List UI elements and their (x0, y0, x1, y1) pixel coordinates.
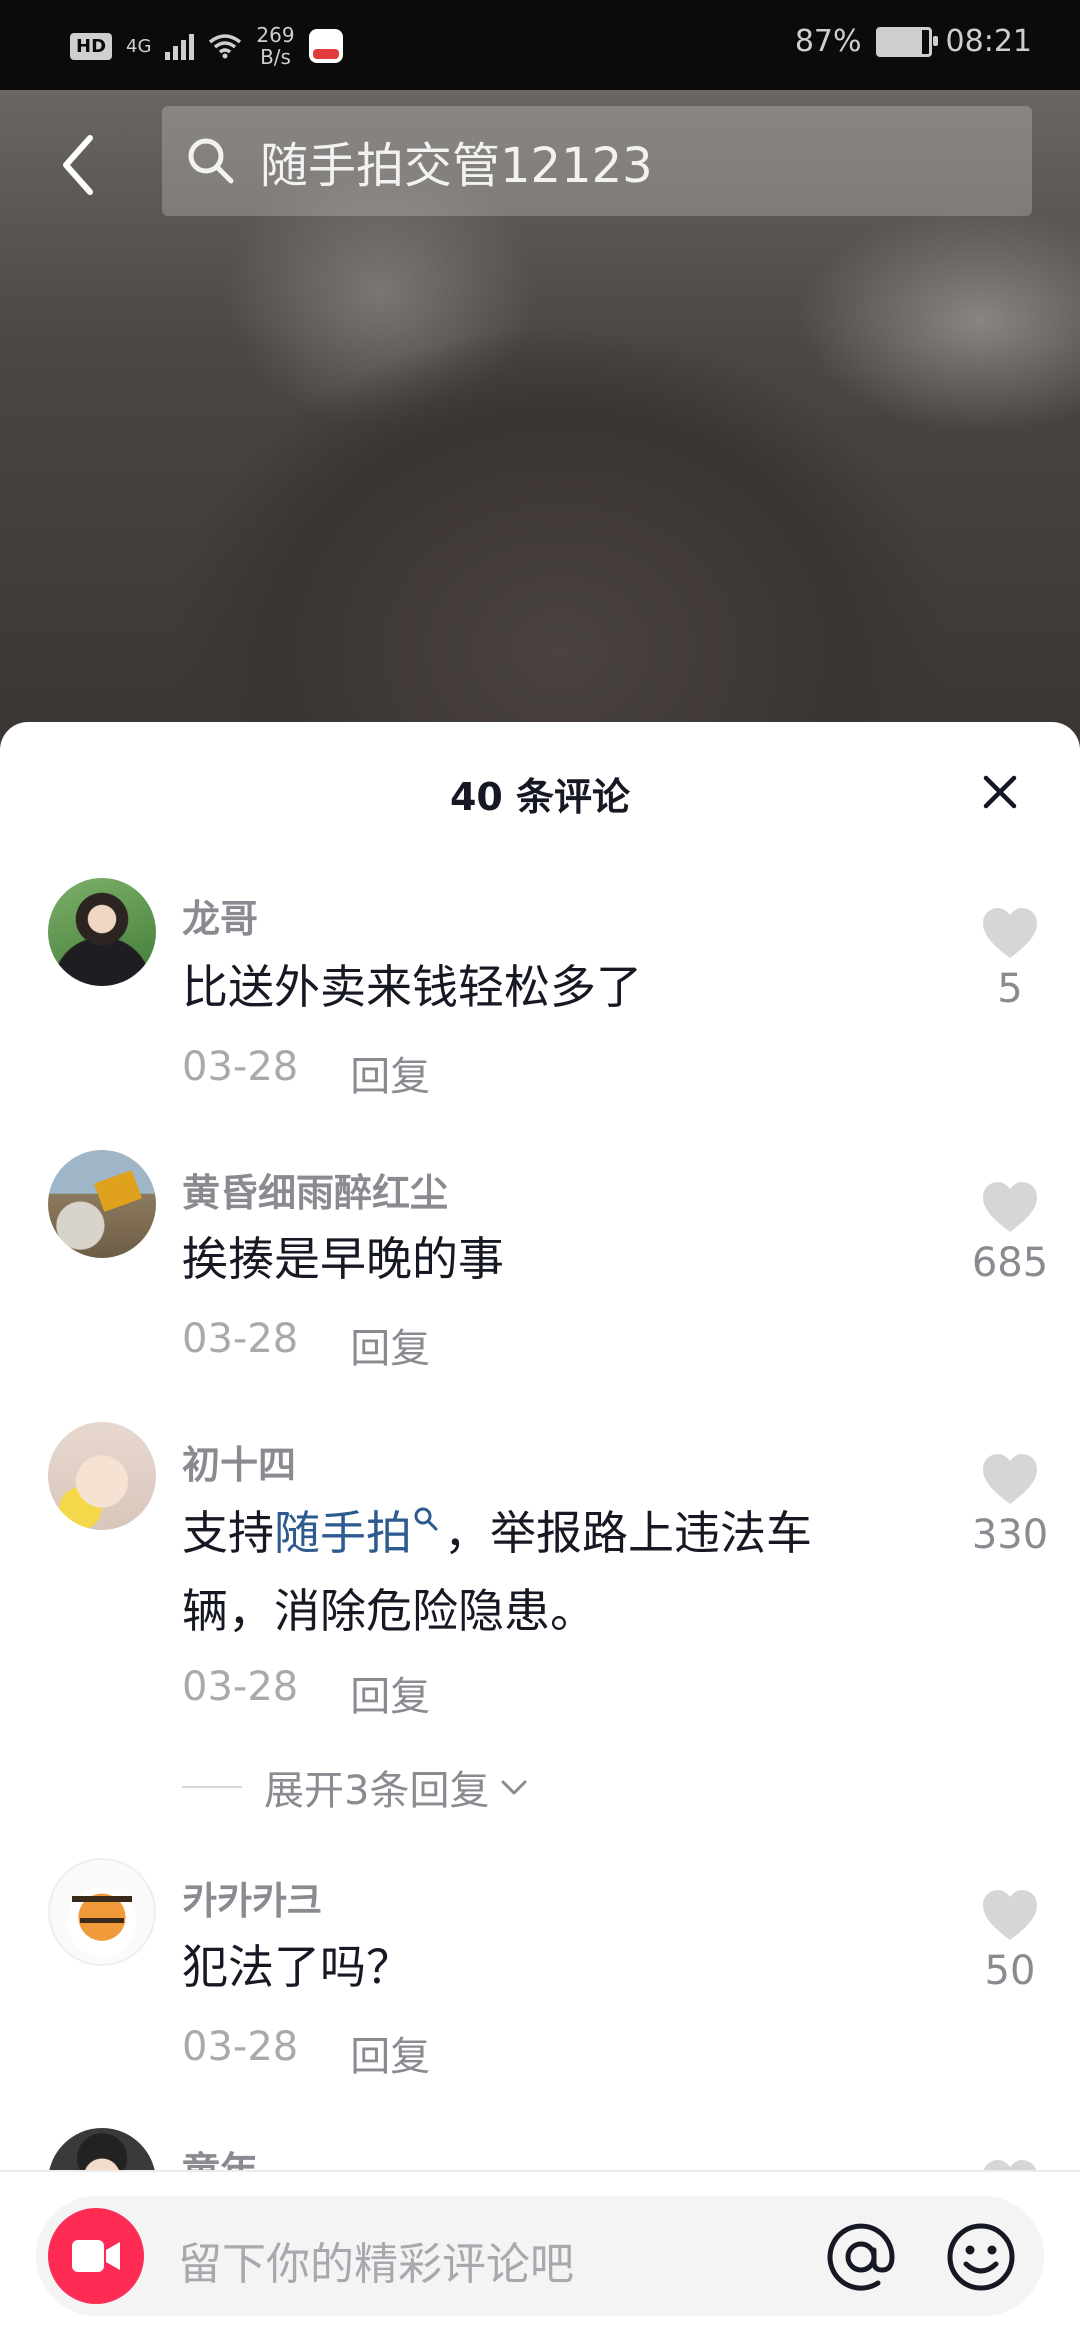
close-icon[interactable] (976, 768, 1024, 816)
expand-replies-button[interactable]: 展开3条回复 (182, 1758, 531, 1816)
search-icon (414, 1507, 438, 1531)
like-count: 330 (971, 1512, 1049, 1558)
status-bar: HD 4G 269 B/s 87% 08:21 (0, 0, 1080, 90)
network-speed: 269 B/s (256, 24, 294, 68)
camera-button[interactable] (48, 2208, 144, 2304)
comment-text-line2: 辆，消除危险隐患。 (182, 1584, 596, 1638)
comment-meta: 03-28 回复 (182, 2024, 430, 2082)
heart-icon (983, 1890, 1037, 1940)
like-count: 50 (984, 1948, 1036, 1994)
clock: 08:21 (945, 24, 1032, 59)
comment-input-placeholder: 留下你的精彩评论吧 (178, 2239, 574, 2290)
heart-icon (983, 908, 1037, 958)
hd-indicator: HD (70, 32, 113, 60)
comments-title: 40 条评论 (449, 775, 631, 819)
search-bar[interactable]: 随手拍交管12123 (162, 106, 1032, 216)
search-query: 随手拍交管12123 (260, 138, 653, 194)
like-button[interactable]: 330 (950, 1452, 1070, 1558)
comment-date: 03-28 (182, 1316, 299, 1362)
comment-date: 03-28 (182, 1664, 299, 1710)
battery-icon (875, 26, 938, 57)
battery-percent: 87% (794, 24, 862, 59)
comment-username[interactable]: 黄昏细雨醉红尘 (182, 1162, 448, 1217)
avatar[interactable] (48, 878, 156, 986)
like-button[interactable]: 5 (950, 906, 1070, 1012)
comment-date: 03-28 (182, 1044, 299, 1090)
heart-icon (983, 1182, 1037, 1232)
speed-unit: B/s (260, 45, 291, 69)
like-button[interactable]: 685 (950, 1180, 1070, 1286)
avatar[interactable] (48, 1858, 156, 1966)
comment-username[interactable]: 카카카크 (182, 1870, 322, 1925)
avatar[interactable] (48, 1422, 156, 1530)
avatar[interactable] (48, 1150, 156, 1258)
comment-meta: 03-28 回复 (182, 1664, 430, 1722)
comment-username[interactable]: 初十四 (182, 1434, 296, 1489)
chevron-down-icon (501, 1780, 527, 1795)
reply-button[interactable]: 回复 (350, 1316, 430, 1374)
heart-icon (983, 1454, 1037, 1504)
back-arrow-icon[interactable] (54, 130, 104, 200)
emoji-icon[interactable] (946, 2222, 1016, 2292)
comment-text: 支持随手拍 ，举报路上违法车 辆，消除危险隐患。 (182, 1494, 902, 1650)
wifi-icon (209, 34, 242, 59)
speed-value: 269 (256, 23, 295, 47)
divider (182, 1786, 242, 1788)
comment-meta: 03-28 回复 (182, 1316, 430, 1374)
like-count: 5 (997, 966, 1023, 1012)
comment-date: 03-28 (182, 2024, 299, 2070)
at-mention-icon[interactable] (826, 2222, 896, 2292)
reply-button[interactable]: 回复 (350, 1044, 430, 1102)
search-icon (188, 138, 234, 184)
hashtag-link[interactable]: 随手拍 (274, 1506, 412, 1560)
app-notification-icon (308, 29, 343, 63)
reply-button[interactable]: 回复 (350, 2024, 430, 2082)
comment-username[interactable]: 龙哥 (182, 888, 258, 943)
reply-button[interactable]: 回复 (350, 1664, 430, 1722)
comment-text-suffix: ，举报路上违法车 (444, 1506, 812, 1560)
expand-replies-label: 展开3条回复 (264, 1768, 490, 1814)
comment-text: 犯法了吗？ (182, 1940, 412, 1994)
comment-text-prefix: 支持 (182, 1506, 274, 1560)
signal-icon (165, 32, 195, 60)
comments-sheet: 40 条评论 龙哥 比送外卖来钱轻松多了 03-28 回复 5 黄昏细雨醉红尘 … (0, 722, 1080, 2340)
like-count: 685 (971, 1240, 1049, 1286)
comment-text: 比送外卖来钱轻松多了 (182, 960, 642, 1014)
comment-meta: 03-28 回复 (182, 1044, 430, 1102)
comment-input-bar: 留下你的精彩评论吧 (0, 2170, 1080, 2342)
network-type: 4G (126, 35, 152, 57)
like-button[interactable]: 50 (950, 1888, 1070, 1994)
comment-text: 挨揍是早晚的事 (182, 1232, 504, 1286)
video-camera-icon (72, 2240, 120, 2272)
